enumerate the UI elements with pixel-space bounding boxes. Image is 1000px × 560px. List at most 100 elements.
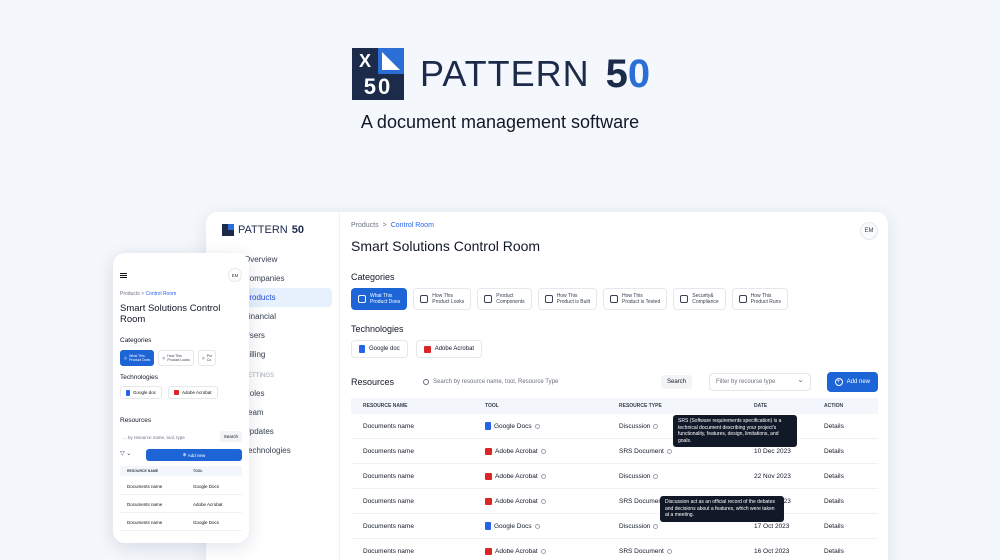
category-tab[interactable]: ◎ Pro Co xyxy=(197,350,217,366)
column-header: ACTION xyxy=(824,403,844,409)
search-button[interactable]: Search xyxy=(219,431,242,442)
resource-type-cell: SRS Document xyxy=(619,448,754,455)
tool-name: Google Docs xyxy=(193,519,220,525)
category-tab[interactable]: Security& Compliance xyxy=(673,288,726,310)
table-row: Documents name Google Docs xyxy=(120,514,242,531)
info-icon[interactable] xyxy=(534,523,540,529)
info-icon[interactable] xyxy=(540,498,546,504)
tool-name: Adobe Acrobat xyxy=(495,497,538,505)
category-label: Security& Compliance xyxy=(692,293,719,305)
technologies-row: Google doc Adobe Acrobat xyxy=(120,386,218,399)
breadcrumb-current: Control Room xyxy=(145,291,177,297)
tool-cell: Adobe Acrobat xyxy=(485,447,619,455)
info-icon[interactable] xyxy=(653,523,659,529)
resources-toolbar: Resources Search by resource name, tool,… xyxy=(351,372,878,392)
category-icon xyxy=(544,295,553,303)
tool-name: Adobe Acrobat xyxy=(495,447,538,455)
add-new-button[interactable]: + Add new xyxy=(826,372,878,392)
resource-name: Documents name xyxy=(363,422,414,430)
tool-cell: Adobe Acrobat xyxy=(485,497,619,505)
category-tab[interactable]: How This Product is Built xyxy=(537,288,597,310)
resource-type: SRS Document xyxy=(619,547,664,555)
date: 22 Nov 2023 xyxy=(754,472,791,480)
breadcrumb-products[interactable]: Products xyxy=(120,291,140,297)
category-tab[interactable]: How This Product Looks xyxy=(413,288,472,310)
resource-type: Discussion xyxy=(619,522,651,530)
google-doc-icon xyxy=(359,345,365,353)
details-link[interactable]: Details xyxy=(824,448,864,455)
resources-table: RESOURCE NAME TOOL RESOURCE TYPE DATE ACTION… xyxy=(351,398,878,560)
google-doc-icon xyxy=(485,422,491,430)
search-input[interactable]: Search by resource name, tool, Resource … xyxy=(423,374,693,390)
info-icon[interactable] xyxy=(666,548,672,554)
avatar[interactable]: EM xyxy=(228,268,242,282)
technologies-row: Google doc Adobe Acrobat xyxy=(351,340,483,358)
plus-circle-icon: + xyxy=(834,378,843,386)
main-content: Products > Control Room Smart Solutions Co… xyxy=(351,212,888,560)
category-tab[interactable]: ◎ What This Product Does xyxy=(120,350,155,366)
breadcrumb-current: Control Room xyxy=(390,222,434,229)
resource-type: Discussion xyxy=(619,472,651,480)
column-header: RESOURCE NAME xyxy=(363,403,408,409)
details-link[interactable]: Details xyxy=(824,523,864,530)
avatar[interactable]: EM xyxy=(860,222,878,240)
tech-adobe-acrobat[interactable]: Adobe Acrobat xyxy=(168,386,218,399)
info-icon[interactable] xyxy=(540,548,546,554)
details-link[interactable]: Details xyxy=(824,548,864,555)
tool-name: Adobe Acrobat xyxy=(193,501,223,507)
breadcrumb-products[interactable]: Products xyxy=(351,222,379,229)
category-label: How This Product Looks xyxy=(167,354,190,362)
tech-google-doc[interactable]: Google doc xyxy=(120,386,163,399)
search-button[interactable]: Search xyxy=(661,375,693,389)
resource-type-cell: Discussion xyxy=(619,523,754,530)
tech-chip[interactable]: Google doc xyxy=(351,340,408,358)
menu-icon[interactable] xyxy=(120,273,127,278)
table-row: Documents name Google Docs xyxy=(120,478,242,495)
resource-name: Documents name xyxy=(127,519,163,525)
category-tab[interactable]: How This Product Runs xyxy=(731,288,788,310)
categories-label: Categories xyxy=(351,272,395,282)
tool-cell: Google Docs xyxy=(485,522,619,530)
info-icon[interactable] xyxy=(540,473,546,479)
filter-icon[interactable]: ▽ ⌄ xyxy=(120,450,131,457)
brand-number: 50 xyxy=(605,51,651,96)
categories-row: ◎ What This Product Does ◎ How This Product L… xyxy=(120,350,217,366)
resource-name: Documents name xyxy=(363,522,414,530)
resource-type: SRS Document xyxy=(619,447,664,455)
category-tab[interactable]: What This Product Does xyxy=(351,288,408,310)
date: 10 Dec 2023 xyxy=(754,447,791,455)
category-label: How This Product Looks xyxy=(432,293,465,305)
info-icon[interactable] xyxy=(653,473,659,479)
tech-label: Adobe Acrobat xyxy=(434,346,475,352)
details-link[interactable]: Details xyxy=(824,498,864,505)
table-row: Documents name Adobe Acrobat SRS Document 1… xyxy=(351,439,878,464)
category-tab[interactable]: How This Product is Tested xyxy=(602,288,668,310)
resource-type-filter[interactable]: Filter by recourse type xyxy=(709,373,811,391)
resource-name: Documents name xyxy=(127,501,163,507)
search-icon xyxy=(423,379,429,385)
category-label: What This Product Does xyxy=(129,354,151,362)
category-tab[interactable]: ◎ How This Product Looks xyxy=(158,350,194,366)
sidebar-logo[interactable]: PATTERN 50 xyxy=(222,224,304,236)
details-link[interactable]: Details xyxy=(824,423,864,430)
details-link[interactable]: Details xyxy=(824,473,864,480)
tool-cell: Google Docs xyxy=(485,422,619,430)
resource-name: Documents name xyxy=(363,472,414,480)
technologies-label: Technologies xyxy=(351,324,404,334)
tool-name: Adobe Acrobat xyxy=(495,472,538,480)
category-icon xyxy=(420,295,429,303)
table-row: Documents name Adobe Acrobat xyxy=(120,496,242,513)
add-new-button[interactable]: ⊕ Add new xyxy=(146,449,242,461)
page-title: Smart Solutions Control Room xyxy=(120,303,221,326)
info-icon[interactable] xyxy=(666,448,672,454)
table-row: Documents name Adobe Acrobat Discussion 22 … xyxy=(351,464,878,489)
category-label: What This Product Does xyxy=(370,293,401,305)
categories-label: Categories xyxy=(120,337,152,344)
tech-chip[interactable]: Adobe Acrobat xyxy=(415,340,483,358)
resource-type-cell: SRS Document xyxy=(619,548,754,555)
info-icon[interactable] xyxy=(534,423,540,429)
info-icon[interactable] xyxy=(540,448,546,454)
info-icon[interactable] xyxy=(653,423,659,429)
category-tab[interactable]: Product Components xyxy=(477,288,532,310)
tool-cell: Adobe Acrobat xyxy=(485,547,619,555)
